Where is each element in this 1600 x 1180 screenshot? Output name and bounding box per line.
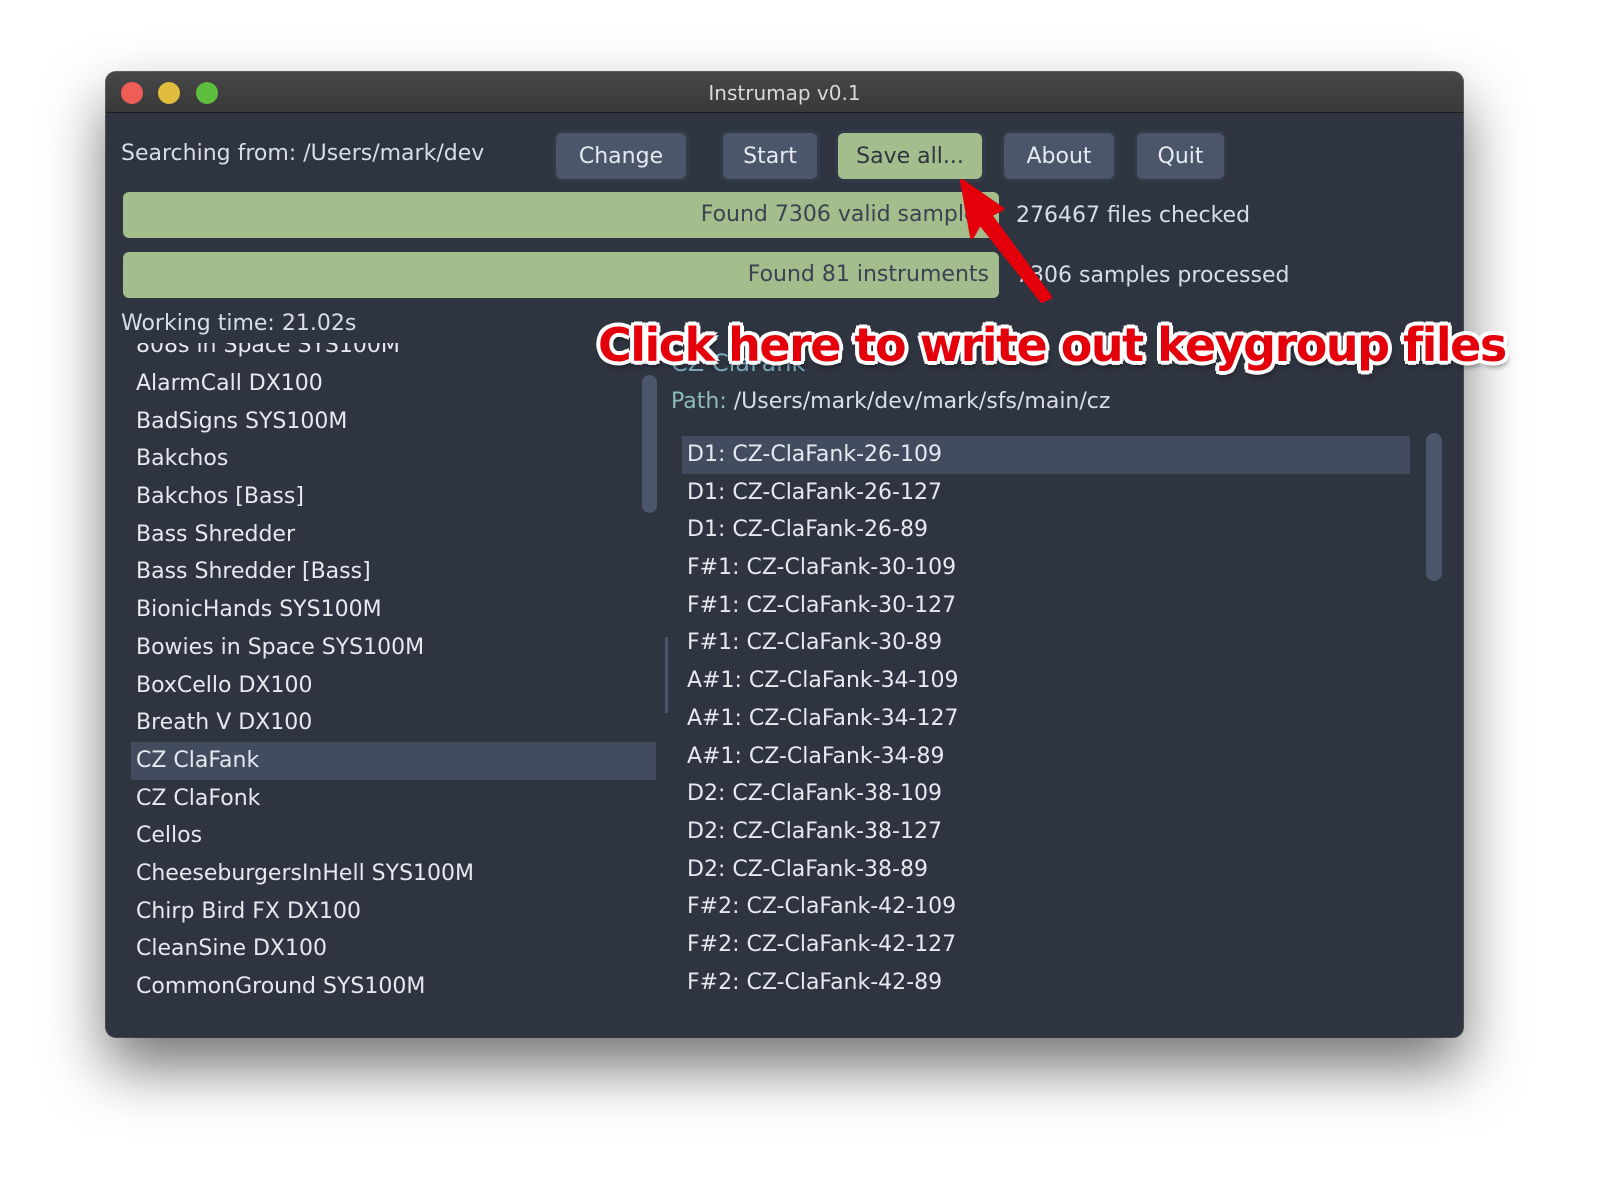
samples-progress-label: Found 7306 valid samples — [700, 202, 989, 227]
instrument-list-item[interactable]: AlarmCall DX100 — [131, 365, 656, 403]
working-time: Working time: 21.02s — [121, 311, 357, 336]
instrument-list-item[interactable]: CheeseburgersInHell SYS100M — [131, 855, 656, 893]
about-button[interactable]: About — [1004, 133, 1114, 179]
sample-list-item[interactable]: F#2: CZ-ClaFank-42-127 — [682, 926, 1410, 964]
quit-button[interactable]: Quit — [1137, 133, 1224, 179]
window-title: Instrumap v0.1 — [708, 81, 861, 105]
instrument-list-item[interactable]: Breath V DX100 — [131, 704, 656, 742]
sample-list[interactable]: D1: CZ-ClaFank-26-109 D1: CZ-ClaFank-26-1… — [682, 436, 1410, 1037]
sample-list-item[interactable]: F#2: CZ-ClaFank-42-109 — [682, 888, 1410, 926]
sample-list-item[interactable]: F#1: CZ-ClaFank-30-109 — [682, 549, 1410, 587]
instrument-list-item[interactable]: BionicHands SYS100M — [131, 591, 656, 629]
path-key: Path: — [671, 389, 727, 414]
save-all-button[interactable]: Save all... — [838, 133, 982, 179]
sample-list-scrollbar[interactable] — [1426, 433, 1442, 581]
instrument-list-item[interactable]: 808s in Space SYS100M — [131, 343, 656, 365]
instrument-list-item[interactable]: CleanSine DX100 — [131, 930, 656, 968]
main-content: Searching from: /Users/mark/dev Change S… — [106, 113, 1463, 1037]
samples-progress-bar: Found 7306 valid samples — [123, 192, 999, 238]
annotation-arrow-icon — [960, 179, 1052, 303]
instrument-list-item[interactable]: Bass Shredder — [131, 516, 656, 554]
instrument-list-item[interactable]: Chirp Bird FX DX100 — [131, 893, 656, 931]
instrument-list-item[interactable]: Bass Shredder [Bass] — [131, 553, 656, 591]
instrument-list-item[interactable]: CZ ClaFonk — [131, 780, 656, 818]
sample-list-item[interactable]: A#1: CZ-ClaFank-34-127 — [682, 700, 1410, 738]
annotation-callout: Click here to write out keygroup files — [598, 318, 1507, 372]
app-window: Instrumap v0.1 Searching from: /Users/ma… — [106, 72, 1463, 1037]
instrument-list-scrollbar[interactable] — [642, 375, 657, 513]
sample-list-item[interactable]: D1: CZ-ClaFank-26-89 — [682, 511, 1410, 549]
sample-list-item[interactable]: A#1: CZ-ClaFank-34-89 — [682, 738, 1410, 776]
instrument-list-item[interactable]: BadSigns SYS100M — [131, 403, 656, 441]
sample-list-item[interactable]: F#1: CZ-ClaFank-30-89 — [682, 624, 1410, 662]
sample-list-item[interactable]: D1: CZ-ClaFank-26-127 — [682, 474, 1410, 512]
instrument-list-item[interactable]: Bakchos — [131, 440, 656, 478]
instrument-path: Path: /Users/mark/dev/mark/sfs/main/cz — [671, 389, 1110, 414]
path-value: /Users/mark/dev/mark/sfs/main/cz — [733, 389, 1111, 414]
change-button[interactable]: Change — [556, 133, 686, 179]
sample-list-item[interactable]: D1: CZ-ClaFank-26-109 — [682, 436, 1410, 474]
sample-list-item[interactable]: F#1: CZ-ClaFank-30-127 — [682, 587, 1410, 625]
sample-list-item[interactable]: F#2: CZ-ClaFank-42-89 — [682, 964, 1410, 1002]
instrument-list-item[interactable]: CZ ClaFank — [131, 741, 656, 780]
sample-list-item[interactable]: D2: CZ-ClaFank-38-127 — [682, 813, 1410, 851]
pane-splitter[interactable] — [665, 637, 668, 713]
instrument-list-item[interactable]: Bowies in Space SYS100M — [131, 629, 656, 667]
sample-list-item[interactable]: D2: CZ-ClaFank-38-109 — [682, 775, 1410, 813]
start-button[interactable]: Start — [723, 133, 817, 179]
instrument-list-item[interactable]: BoxCello DX100 — [131, 667, 656, 705]
instrument-list[interactable]: 808s in Space SYS100M AlarmCall DX100 BadS… — [131, 343, 656, 1037]
instrument-list-item[interactable]: Cellos — [131, 817, 656, 855]
instrument-list-item[interactable]: Bakchos [Bass] — [131, 478, 656, 516]
search-root-label: Searching from: /Users/mark/dev — [121, 141, 485, 166]
sample-list-item[interactable]: A#1: CZ-ClaFank-34-109 — [682, 662, 1410, 700]
instruments-progress-bar: Found 81 instruments — [123, 252, 999, 298]
sample-list-item[interactable]: D2: CZ-ClaFank-38-89 — [682, 851, 1410, 889]
instrument-list-item[interactable]: CommonGround SYS100M — [131, 968, 656, 1006]
title-bar[interactable]: Instrumap v0.1 — [106, 72, 1463, 113]
